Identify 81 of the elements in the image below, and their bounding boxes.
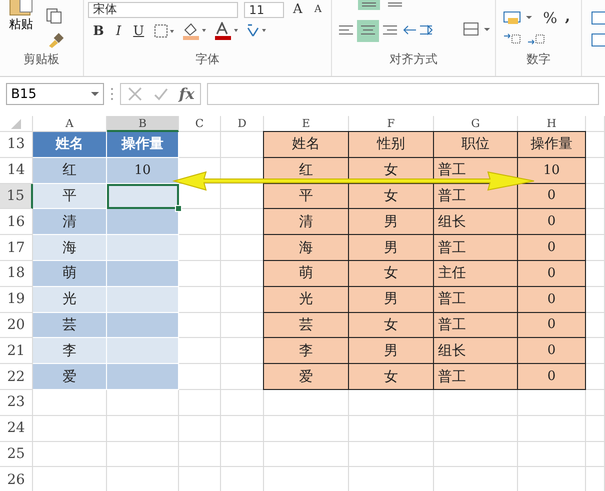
comma-button[interactable]: , (562, 6, 574, 26)
table-cell: 女 (348, 363, 434, 390)
table-cell: 男 (348, 286, 434, 313)
table-cell: 10 (107, 158, 179, 184)
table-cell: 0 (517, 208, 586, 236)
table-cell: 平 (263, 182, 349, 210)
table-cell: 女 (348, 312, 434, 338)
underline-button[interactable]: U (130, 22, 148, 40)
header-cell: 操作量 (107, 132, 179, 158)
table-cell: 组长 (433, 337, 518, 364)
table-cell: 男 (348, 337, 434, 364)
name-box[interactable]: B15 (6, 83, 104, 105)
table-cell: 光 (33, 286, 107, 313)
table-cell: 普工 (433, 234, 518, 261)
row-header[interactable]: 17 (0, 235, 33, 261)
column-header[interactable]: B (107, 116, 179, 132)
table-cell: 海 (33, 235, 107, 261)
table-cell: 0 (517, 363, 586, 390)
table-cell: 爱 (33, 364, 107, 390)
table-cell: 普工 (433, 363, 518, 390)
row-header[interactable]: 18 (0, 260, 33, 287)
table-cell: 李 (263, 337, 349, 364)
row-header[interactable]: 19 (0, 286, 33, 313)
font-name-field[interactable]: 宋体 (88, 2, 238, 18)
table-cell: 芸 (33, 312, 107, 338)
row-header[interactable]: 25 (0, 442, 33, 468)
table-cell: 爱 (263, 363, 349, 390)
table-cell: 萌 (33, 260, 107, 287)
header-cell: 操作量 (517, 131, 586, 158)
table-cell: 主任 (433, 260, 518, 287)
row-header[interactable]: 16 (0, 209, 33, 236)
table-cell: 0 (517, 337, 586, 364)
row-header[interactable]: 24 (0, 416, 33, 442)
font-size-field[interactable]: 11 (244, 2, 284, 18)
table-cell: 芸 (263, 312, 349, 338)
row-header[interactable]: 23 (0, 390, 33, 416)
table-cell: 海 (263, 234, 349, 261)
table-cell: 0 (517, 182, 586, 210)
table-cell: 女 (348, 260, 434, 287)
table-cell: 0 (517, 260, 586, 287)
row-header[interactable]: 22 (0, 364, 33, 390)
table-cell: 男 (348, 208, 434, 236)
column-header[interactable]: C (179, 116, 221, 132)
table-cell: 光 (263, 286, 349, 313)
group-label: 数字 (526, 51, 552, 68)
table-cell: 0 (517, 286, 586, 313)
table-cell: 普工 (433, 312, 518, 338)
insert-function-button[interactable]: fx (179, 85, 194, 103)
column-header[interactable]: D (221, 116, 264, 132)
table-cell: 李 (33, 338, 107, 364)
table-cell: 清 (263, 208, 349, 236)
cell-reference: B15 (11, 86, 36, 102)
row-header[interactable]: 21 (0, 338, 33, 364)
table-cell: 0 (517, 312, 586, 338)
percent-button[interactable]: % (540, 8, 560, 28)
grow-font-button[interactable]: A (290, 1, 306, 18)
column-header[interactable]: A (33, 116, 107, 132)
table-cell: 组长 (433, 208, 518, 236)
group-label: 对齐方式 (388, 51, 438, 68)
table-cell: 男 (348, 234, 434, 261)
row-header[interactable]: 13 (0, 132, 33, 158)
header-cell: 姓名 (263, 131, 349, 158)
table-cell: 清 (33, 209, 107, 236)
paste-button[interactable]: 粘贴 (8, 0, 34, 33)
shrink-font-button[interactable]: A (311, 3, 325, 16)
table-cell: 0 (517, 234, 586, 261)
table-cell: 红 (33, 158, 107, 184)
row-header[interactable]: 14 (0, 158, 33, 184)
group-label: 剪贴板 (22, 51, 60, 68)
table-cell: 普工 (433, 286, 518, 313)
group-label: 字体 (194, 51, 220, 68)
header-cell: 职位 (433, 131, 518, 158)
table-cell: 平 (33, 184, 107, 210)
row-header[interactable]: 15 (0, 184, 33, 210)
header-cell: 姓名 (33, 132, 107, 158)
header-cell: 性别 (348, 131, 434, 158)
italic-button[interactable]: I (113, 22, 124, 40)
row-header[interactable]: 20 (0, 312, 33, 338)
table-cell: 萌 (263, 260, 349, 287)
bold-button[interactable]: B (90, 22, 107, 40)
table-cell: 女 (348, 182, 434, 210)
